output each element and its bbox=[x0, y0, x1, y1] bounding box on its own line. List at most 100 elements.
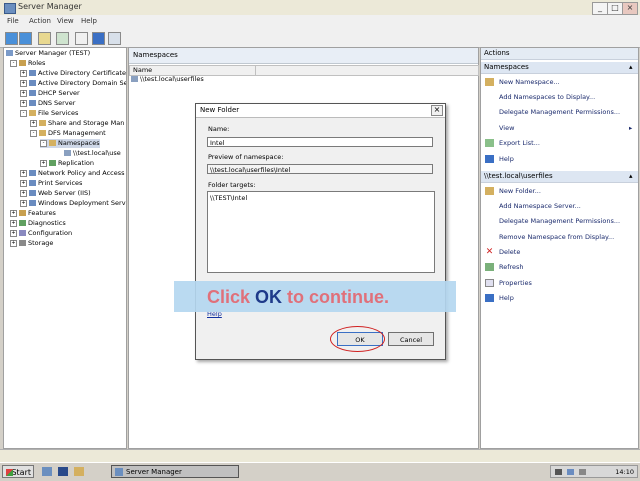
tree-item-npas[interactable]: + Network Policy and Access bbox=[20, 169, 125, 178]
action-delegate-permissions-2[interactable]: Delegate Management Permissions... bbox=[485, 217, 620, 226]
volume-icon[interactable] bbox=[579, 469, 586, 475]
window-title: Server Manager bbox=[18, 2, 82, 11]
actions-header: Actions bbox=[481, 48, 638, 60]
actions-section-namespaces[interactable]: Namespaces ▴ bbox=[481, 62, 638, 74]
collapse-icon[interactable]: - bbox=[30, 129, 37, 137]
tree-item-print[interactable]: + Print Services bbox=[20, 179, 82, 188]
tree-item-adcs[interactable]: + Active Directory Certificate bbox=[20, 69, 126, 78]
action-properties[interactable]: Properties bbox=[485, 279, 532, 288]
action-remove-namespace[interactable]: Remove Namespace from Display... bbox=[485, 233, 614, 242]
properties-icon[interactable] bbox=[75, 32, 88, 45]
action-add-namespaces[interactable]: Add Namespaces to Display... bbox=[485, 93, 595, 102]
collapse-icon[interactable]: - bbox=[20, 109, 27, 117]
tree-item-dfs-management[interactable]: - DFS Management bbox=[30, 129, 106, 138]
tree-item-share-storage[interactable]: + Share and Storage Man bbox=[30, 119, 124, 128]
expand-icon[interactable]: + bbox=[10, 229, 17, 237]
folder-targets-list[interactable]: \\TEST\Intel bbox=[207, 191, 435, 273]
expand-icon[interactable]: + bbox=[30, 119, 37, 127]
expand-icon[interactable]: + bbox=[20, 89, 27, 97]
server-manager-quicklaunch-icon[interactable] bbox=[42, 467, 52, 476]
start-button[interactable]: Start bbox=[2, 465, 34, 478]
action-view[interactable]: View ▸ bbox=[485, 124, 632, 133]
collapse-arrow-icon[interactable]: ▴ bbox=[629, 62, 633, 73]
tree-item-dns[interactable]: + DNS Server bbox=[20, 99, 75, 108]
tray-icon[interactable] bbox=[567, 469, 574, 475]
preview-label: Preview of namespace: bbox=[208, 153, 284, 161]
clock[interactable]: 14:10 bbox=[615, 468, 634, 476]
expand-icon[interactable]: + bbox=[20, 169, 27, 177]
minimize-button[interactable]: _ bbox=[592, 2, 608, 15]
printer-icon bbox=[29, 180, 36, 186]
tree-configuration[interactable]: + Configuration bbox=[10, 229, 72, 238]
action-delete[interactable]: ✕ Delete bbox=[485, 248, 521, 257]
expand-icon[interactable]: + bbox=[10, 239, 17, 247]
dialog-close-button[interactable]: × bbox=[431, 105, 443, 116]
folder-name-input[interactable]: Intel bbox=[207, 137, 433, 147]
content-header: Namespaces bbox=[129, 48, 478, 64]
forward-icon[interactable] bbox=[19, 32, 32, 45]
network-icon[interactable] bbox=[555, 469, 562, 475]
blank-icon bbox=[485, 124, 494, 132]
web-server-icon bbox=[29, 190, 36, 196]
folder-target-item[interactable]: \\TEST\Intel bbox=[210, 194, 247, 202]
cancel-button[interactable]: Cancel bbox=[388, 332, 434, 346]
expand-icon[interactable]: + bbox=[20, 69, 27, 77]
expand-icon[interactable]: + bbox=[20, 189, 27, 197]
expand-icon[interactable]: + bbox=[40, 159, 47, 167]
menu-view[interactable]: View bbox=[57, 17, 74, 25]
toolbar bbox=[0, 29, 640, 48]
tree-item-replication[interactable]: + Replication bbox=[40, 159, 94, 168]
maximize-button[interactable]: □ bbox=[607, 2, 623, 15]
expand-icon[interactable]: + bbox=[20, 79, 27, 87]
tree-item-namespaces[interactable]: - Namespaces bbox=[40, 139, 100, 148]
action-add-namespace-server[interactable]: Add Namespace Server... bbox=[485, 202, 581, 211]
expand-icon[interactable]: + bbox=[10, 219, 17, 227]
taskbar-item-server-manager[interactable]: Server Manager bbox=[111, 465, 239, 478]
content-title: Namespaces bbox=[133, 51, 178, 59]
collapse-icon[interactable]: - bbox=[40, 139, 47, 147]
list-item[interactable]: \\test.local\userfiles bbox=[131, 75, 204, 83]
menu-file[interactable]: File bbox=[7, 17, 19, 25]
expand-icon[interactable]: + bbox=[10, 209, 17, 217]
server-manager-icon bbox=[115, 468, 123, 476]
action-refresh[interactable]: Refresh bbox=[485, 263, 524, 272]
help-icon[interactable] bbox=[92, 32, 105, 45]
menu-action[interactable]: Action bbox=[29, 17, 51, 25]
namespace-icon bbox=[64, 150, 71, 156]
expand-icon[interactable]: + bbox=[20, 99, 27, 107]
expand-icon[interactable]: + bbox=[20, 199, 27, 207]
menu-help[interactable]: Help bbox=[81, 17, 97, 25]
action-delegate-permissions[interactable]: Delegate Management Permissions... bbox=[485, 108, 620, 117]
tree-item-wds[interactable]: + Windows Deployment Servi bbox=[20, 199, 126, 208]
action-help-2[interactable]: Help bbox=[485, 294, 514, 303]
show-tree-icon[interactable] bbox=[56, 32, 69, 45]
close-button[interactable]: × bbox=[622, 2, 638, 15]
blank-icon bbox=[485, 93, 494, 101]
up-folder-icon[interactable] bbox=[38, 32, 51, 45]
action-export-list[interactable]: Export List... bbox=[485, 139, 540, 148]
tree-item-userfiles[interactable]: \\test.local\use bbox=[64, 149, 121, 158]
tree-item-dhcp[interactable]: + DHCP Server bbox=[20, 89, 80, 98]
expand-icon[interactable]: + bbox=[20, 179, 27, 187]
tree-item-file-services[interactable]: - File Services bbox=[20, 109, 78, 118]
actions-section-userfiles[interactable]: \\test.local\userfiles ▴ bbox=[481, 171, 638, 183]
action-new-folder[interactable]: New Folder... bbox=[485, 187, 541, 196]
tree-item-iis[interactable]: + Web Server (IIS) bbox=[20, 189, 91, 198]
storage-icon bbox=[19, 240, 26, 246]
tree-features[interactable]: + Features bbox=[10, 209, 56, 218]
action-help[interactable]: Help bbox=[485, 155, 514, 164]
tree-storage[interactable]: + Storage bbox=[10, 239, 53, 248]
back-icon[interactable] bbox=[5, 32, 18, 45]
tree-item-adds[interactable]: + Active Directory Domain Se bbox=[20, 79, 126, 88]
tree-diagnostics[interactable]: + Diagnostics bbox=[10, 219, 66, 228]
blank-icon bbox=[485, 233, 494, 241]
tree-roles[interactable]: - Roles bbox=[10, 59, 45, 68]
collapse-icon[interactable]: - bbox=[10, 59, 17, 67]
collapse-arrow-icon[interactable]: ▴ bbox=[629, 171, 633, 182]
tree-root[interactable]: Server Manager (TEST) bbox=[6, 49, 90, 58]
column-header-blank[interactable] bbox=[255, 65, 479, 76]
powershell-icon[interactable] bbox=[58, 467, 68, 476]
console-icon[interactable] bbox=[108, 32, 121, 45]
action-new-namespace[interactable]: New Namespace... bbox=[485, 78, 560, 87]
explorer-icon[interactable] bbox=[74, 467, 84, 476]
